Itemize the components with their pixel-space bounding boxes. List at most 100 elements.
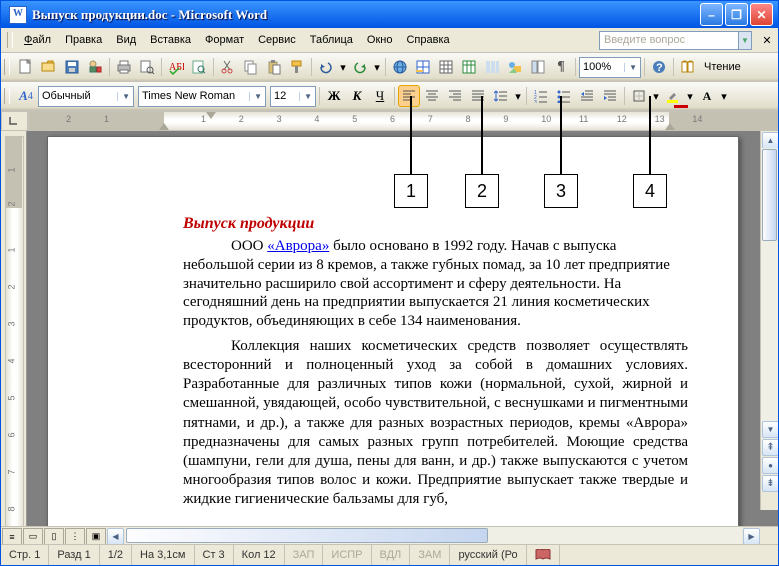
prev-page-button[interactable]: ⇞ [762, 439, 778, 456]
status-book-icon[interactable] [527, 545, 560, 565]
scroll-left-button[interactable]: ◀ [107, 528, 124, 545]
line-spacing-dropdown[interactable]: ▾ [513, 85, 523, 107]
font-combo[interactable]: Times New Roman▼ [138, 86, 266, 107]
status-ovr[interactable]: ЗАМ [410, 545, 450, 565]
undo-dropdown[interactable]: ▾ [338, 56, 348, 78]
highlight-dropdown[interactable]: ▾ [685, 85, 695, 107]
toolbar-grip[interactable] [4, 59, 10, 75]
help-button[interactable]: ? [648, 56, 670, 78]
highlight-button[interactable] [662, 85, 684, 107]
tables-borders-button[interactable] [412, 56, 434, 78]
menu-window[interactable]: Окно [360, 31, 400, 49]
align-left-button[interactable] [398, 85, 420, 107]
spellcheck-button[interactable]: AБВ [165, 56, 187, 78]
tab-selector[interactable] [1, 111, 28, 131]
chevron-down-icon[interactable]: ▼ [624, 63, 637, 72]
style-combo[interactable]: Обычный▼ [38, 86, 134, 107]
fontsize-combo[interactable]: 12▼ [270, 86, 316, 107]
menu-help[interactable]: Справка [399, 31, 456, 49]
research-button[interactable] [188, 56, 210, 78]
status-lang[interactable]: русский (Ро [450, 545, 526, 565]
zoom-combo[interactable]: 100%▼ [579, 57, 641, 78]
line-spacing-button[interactable] [490, 85, 512, 107]
vertical-scrollbar[interactable]: ▲ ▼ ⇞ ● ⇟ [760, 131, 778, 510]
scroll-right-button[interactable]: ▶ [743, 528, 760, 545]
toolbar-grip[interactable] [7, 32, 13, 48]
next-page-button[interactable]: ⇟ [762, 475, 778, 492]
align-center-button[interactable] [421, 85, 443, 107]
reading-icon[interactable] [677, 56, 699, 78]
borders-dropdown[interactable]: ▾ [651, 85, 661, 107]
bullets-button[interactable] [553, 85, 575, 107]
vertical-ruler[interactable]: 1 2 1 2 3 4 5 6 7 8 [1, 131, 27, 526]
hscroll-track[interactable] [125, 527, 742, 544]
close-doc-button[interactable]: ✕ [756, 29, 778, 51]
minimize-button[interactable]: – [700, 3, 723, 26]
align-right-button[interactable] [444, 85, 466, 107]
menu-edit[interactable]: Правка [58, 31, 109, 49]
print-preview-button[interactable] [136, 56, 158, 78]
scroll-thumb[interactable] [762, 149, 777, 241]
resize-grip[interactable] [761, 527, 778, 544]
copy-button[interactable] [240, 56, 262, 78]
font-color-dropdown[interactable]: ▾ [719, 85, 729, 107]
scroll-down-button[interactable]: ▼ [762, 421, 778, 438]
italic-button[interactable]: К [346, 85, 368, 107]
print-view-button[interactable]: ▯ [44, 528, 64, 545]
menu-view[interactable]: Вид [109, 31, 143, 49]
print-button[interactable] [113, 56, 135, 78]
insert-excel-button[interactable] [458, 56, 480, 78]
decrease-indent-button[interactable] [576, 85, 598, 107]
status-trk[interactable]: ИСПР [323, 545, 371, 565]
menu-table[interactable]: Таблица [303, 31, 360, 49]
menu-format[interactable]: Формат [198, 31, 251, 49]
maximize-button[interactable]: ❐ [725, 3, 748, 26]
permissions-button[interactable] [84, 56, 106, 78]
menu-file[interactable]: Файл [17, 31, 58, 49]
hyperlink-aurora[interactable]: «Аврора» [267, 238, 329, 254]
help-search-input[interactable]: Введите вопрос [599, 31, 739, 50]
paste-button[interactable] [263, 56, 285, 78]
columns-button[interactable] [481, 56, 503, 78]
hyperlink-button[interactable] [389, 56, 411, 78]
toolbar-grip[interactable] [4, 88, 10, 104]
numbering-button[interactable]: 123 [530, 85, 552, 107]
close-button[interactable]: ✕ [750, 3, 773, 26]
open-button[interactable] [38, 56, 60, 78]
increase-indent-button[interactable] [599, 85, 621, 107]
underline-button[interactable]: Ч [369, 85, 391, 107]
borders-button[interactable] [628, 85, 650, 107]
redo-button[interactable] [349, 56, 371, 78]
reading-view-button[interactable]: ▣ [86, 528, 106, 545]
styles-pane-button[interactable]: A4 [15, 85, 37, 107]
redo-dropdown[interactable]: ▾ [372, 56, 382, 78]
web-view-button[interactable]: ▭ [23, 528, 43, 545]
reading-button[interactable]: Чтение [700, 61, 745, 73]
status-ext[interactable]: ВДЛ [372, 545, 411, 565]
browse-object-button[interactable]: ● [762, 457, 778, 474]
show-marks-button[interactable]: ¶ [550, 56, 572, 78]
save-button[interactable] [61, 56, 83, 78]
chevron-down-icon[interactable]: ▼ [249, 92, 262, 101]
menu-insert[interactable]: Вставка [143, 31, 198, 49]
help-search-dropdown[interactable]: ▼ [739, 31, 752, 50]
menu-tools[interactable]: Сервис [251, 31, 303, 49]
font-color-button[interactable]: A [696, 85, 718, 107]
format-painter-button[interactable] [286, 56, 308, 78]
chevron-down-icon[interactable]: ▼ [299, 92, 312, 101]
normal-view-button[interactable]: ≡ [2, 528, 22, 545]
doc-map-button[interactable] [527, 56, 549, 78]
scroll-up-button[interactable]: ▲ [762, 132, 778, 149]
cut-button[interactable] [217, 56, 239, 78]
insert-table-button[interactable] [435, 56, 457, 78]
drawing-button[interactable] [504, 56, 526, 78]
horizontal-ruler[interactable]: 121234567891011121314 [28, 111, 778, 131]
status-rec[interactable]: ЗАП [285, 545, 324, 565]
new-doc-button[interactable] [15, 56, 37, 78]
align-justify-button[interactable] [467, 85, 489, 107]
outline-view-button[interactable]: ⋮ [65, 528, 85, 545]
hscroll-thumb[interactable] [126, 528, 488, 543]
bold-button[interactable]: Ж [323, 85, 345, 107]
chevron-down-icon[interactable]: ▼ [117, 92, 130, 101]
undo-button[interactable] [315, 56, 337, 78]
